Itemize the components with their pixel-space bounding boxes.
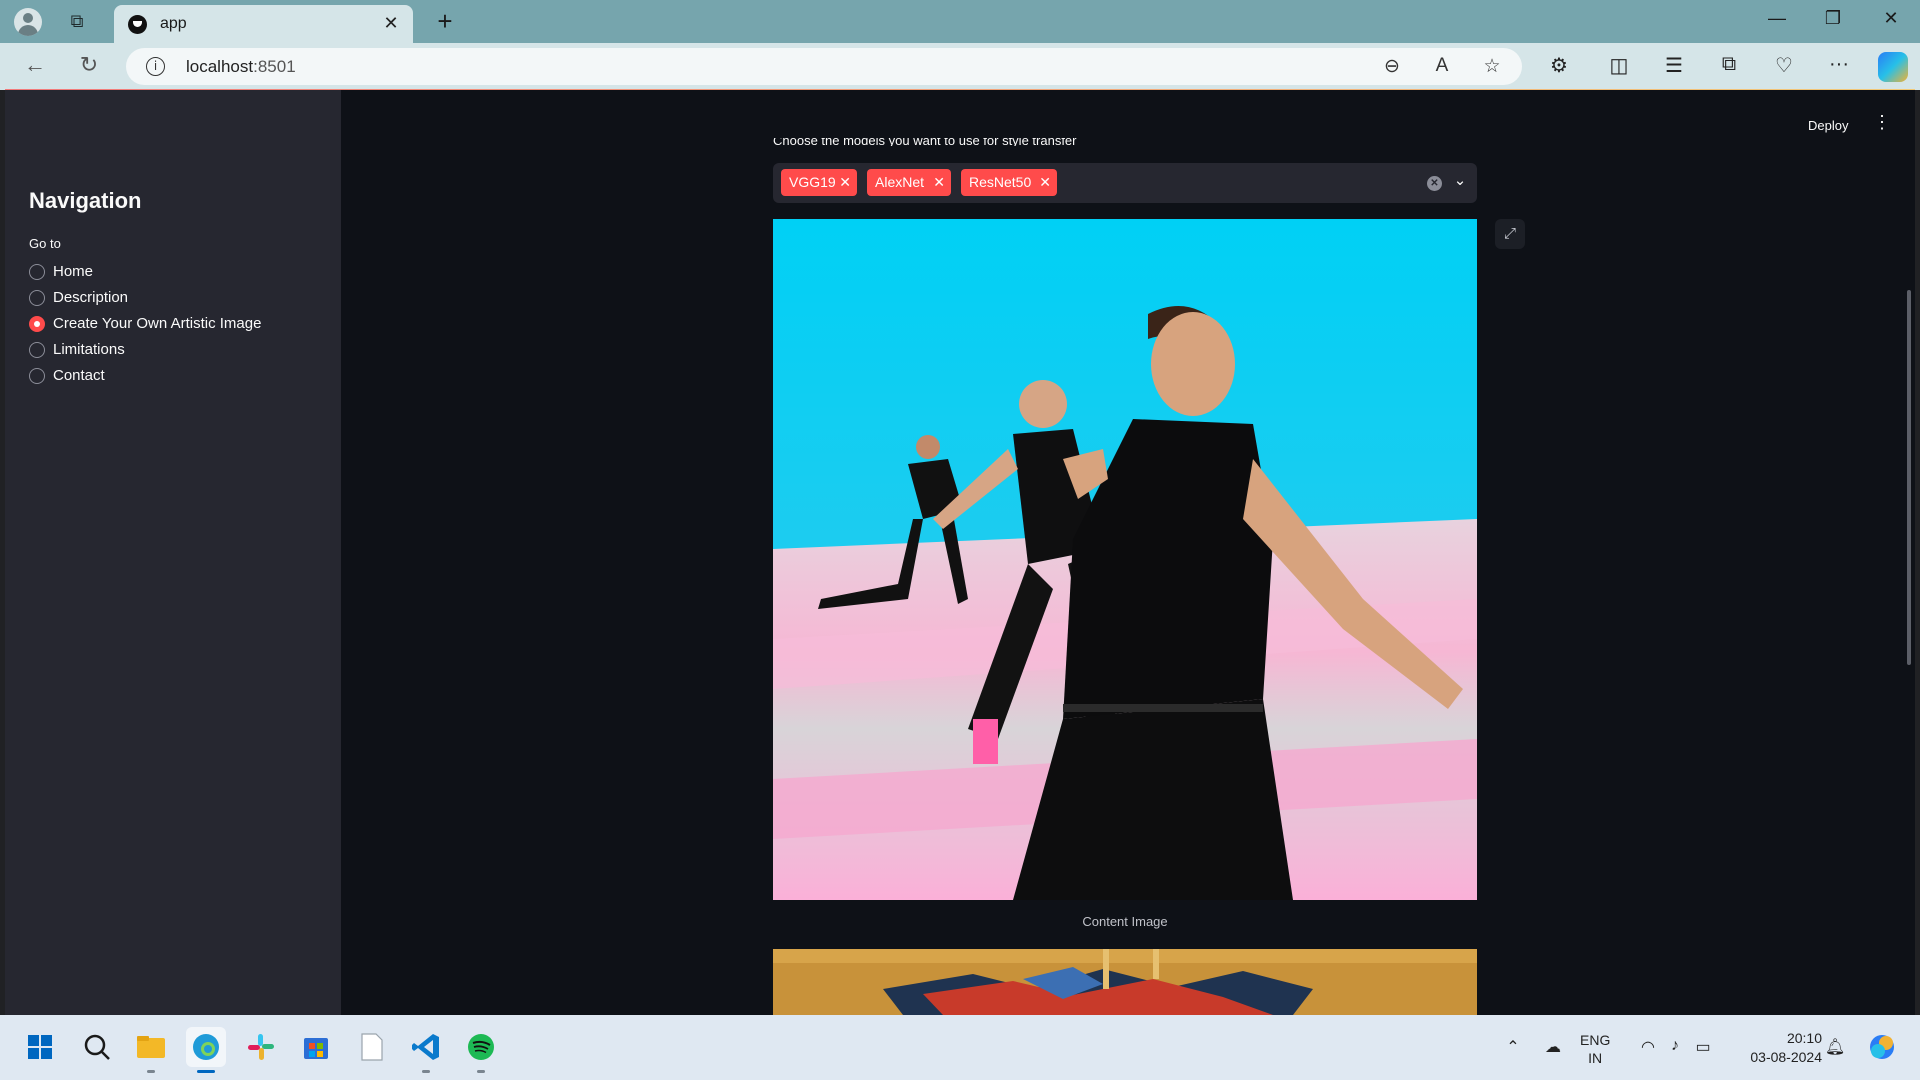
system-clock[interactable]: 20:10 03-08-2024 [1736, 1029, 1822, 1067]
battery-icon[interactable]: ▭ [1690, 1037, 1716, 1057]
more-options-icon[interactable]: ··· [1824, 53, 1854, 76]
nav-radio-label[interactable]: Contact [53, 367, 105, 384]
browser-essentials-icon[interactable]: ♡ [1769, 53, 1799, 78]
remove-chip-icon[interactable]: ✕ [839, 169, 851, 196]
start-windows-icon[interactable] [20, 1027, 60, 1067]
language-code: ENG [1580, 1032, 1611, 1048]
notepad-file-icon[interactable] [351, 1027, 391, 1067]
notifications-bell-icon[interactable]: 🔔︎ [1822, 1037, 1848, 1057]
search-icon[interactable] [77, 1027, 117, 1067]
nav-radio-label[interactable]: Limitations [53, 341, 125, 358]
slack-icon[interactable] [241, 1027, 281, 1067]
favorite-star-icon[interactable]: ☆ [1479, 55, 1505, 78]
nav-radio-label[interactable]: Description [53, 289, 128, 306]
style-image [773, 949, 1477, 1015]
page-scrollbar[interactable] [1907, 290, 1911, 665]
close-tab-icon[interactable]: ✕ [381, 13, 401, 34]
minimize-button[interactable]: — [1762, 8, 1792, 29]
radio-group-label: Go to [29, 236, 61, 251]
copilot-icon[interactable] [1878, 52, 1908, 82]
edge-browser-icon[interactable] [186, 1027, 226, 1067]
volume-icon[interactable]: ♪ [1662, 1037, 1688, 1055]
file-explorer-icon[interactable] [131, 1027, 171, 1067]
microsoft-store-icon[interactable] [296, 1027, 336, 1067]
chip-label: AlexNet [875, 174, 925, 190]
spotify-icon[interactable] [461, 1027, 501, 1067]
workspaces-icon[interactable]: ⧉ [65, 10, 89, 32]
multiselect-label: Choose the models you want to use for st… [773, 138, 1077, 146]
content-image [773, 219, 1477, 900]
model-chip[interactable]: AlexNet ✕ [867, 169, 951, 196]
model-chip[interactable]: VGG19 ✕ [781, 169, 857, 196]
browser-toolbar: ← ↻ i localhost:8501 ⊖ A ☆ ⚙ ◫ ☰ ⧉ ♡ ··· [0, 43, 1920, 90]
favorites-icon[interactable]: ☰ [1659, 53, 1689, 78]
tab-title: app [160, 15, 187, 32]
clock-date: 03-08-2024 [1750, 1049, 1822, 1065]
radio-circle-icon[interactable] [29, 342, 45, 358]
clear-all-icon[interactable]: ✕ [1427, 176, 1442, 191]
clock-time: 20:10 [1786, 1030, 1822, 1046]
model-multiselect[interactable]: VGG19 ✕ AlexNet ✕ ResNet50 ✕ ✕ ⌄ [773, 163, 1477, 203]
chip-label: ResNet50 [969, 174, 1032, 190]
zoom-icon[interactable]: ⊖ [1379, 55, 1405, 78]
wifi-icon[interactable]: ◠ [1635, 1037, 1661, 1057]
running-indicator [147, 1070, 155, 1073]
sidebar-title: Navigation [29, 188, 142, 213]
copilot-preview-icon[interactable] [1862, 1027, 1902, 1067]
nav-radio-label[interactable]: Home [53, 263, 93, 280]
vscode-icon[interactable] [406, 1027, 446, 1067]
input-language-indicator[interactable]: ENG IN [1580, 1031, 1610, 1067]
back-button[interactable]: ← [20, 52, 50, 78]
chip-label: VGG19 [789, 174, 836, 190]
onedrive-cloud-icon[interactable]: ☁ [1540, 1037, 1566, 1057]
read-aloud-icon[interactable]: A [1429, 55, 1455, 77]
active-app-indicator [197, 1070, 215, 1073]
deploy-button[interactable]: Deploy [1808, 118, 1848, 133]
content-image-illustration [773, 219, 1477, 900]
windows-taskbar: ⌃ ☁ ENG IN ◠ ♪ ▭ 20:10 03-08-2024 🔔︎ [0, 1015, 1920, 1080]
streamlit-app: Navigation Go to Home Description Create… [5, 90, 1915, 1015]
sidebar: Navigation Go to Home Description Create… [5, 90, 341, 1015]
collections-icon[interactable]: ⧉ [1714, 53, 1744, 76]
browser-tab-active[interactable]: app ✕ [114, 5, 413, 43]
fullscreen-expand-icon[interactable]: ⤢ [1495, 219, 1525, 249]
browser-tabstrip: ⧉ app ✕ + — ❐ ✕ [0, 0, 1920, 43]
remove-chip-icon[interactable]: ✕ [933, 169, 945, 196]
region-code: IN [1588, 1050, 1603, 1066]
url-text[interactable]: localhost:8501 [186, 57, 296, 77]
radio-circle-icon[interactable] [29, 264, 45, 280]
extensions-icon[interactable]: ⚙ [1544, 53, 1574, 78]
radio-circle-icon[interactable] [29, 368, 45, 384]
address-bar[interactable]: i localhost:8501 ⊖ A ☆ [126, 48, 1522, 85]
radio-circle-icon[interactable] [29, 290, 45, 306]
model-chip[interactable]: ResNet50 ✕ [961, 169, 1057, 196]
streamlit-favicon-icon [128, 15, 147, 34]
radio-selected-icon[interactable] [29, 316, 45, 332]
site-info-icon[interactable]: i [146, 57, 165, 76]
refresh-button[interactable]: ↻ [74, 52, 104, 78]
close-window-button[interactable]: ✕ [1876, 8, 1906, 29]
running-indicator [477, 1070, 485, 1073]
remove-chip-icon[interactable]: ✕ [1039, 169, 1051, 196]
show-hidden-icons-chevron-icon[interactable]: ⌃ [1500, 1037, 1526, 1057]
new-tab-button[interactable]: + [430, 6, 460, 37]
content-image-caption: Content Image [1082, 914, 1168, 929]
restore-button[interactable]: ❐ [1818, 8, 1848, 29]
profile-avatar[interactable] [14, 8, 42, 36]
split-screen-icon[interactable]: ◫ [1604, 53, 1634, 78]
kebab-menu-icon[interactable]: ⋮ [1873, 112, 1891, 133]
running-indicator [422, 1070, 430, 1073]
nav-radio-label[interactable]: Create Your Own Artistic Image [53, 315, 261, 332]
style-image-illustration [773, 949, 1477, 1015]
chevron-down-icon[interactable]: ⌄ [1451, 171, 1469, 189]
